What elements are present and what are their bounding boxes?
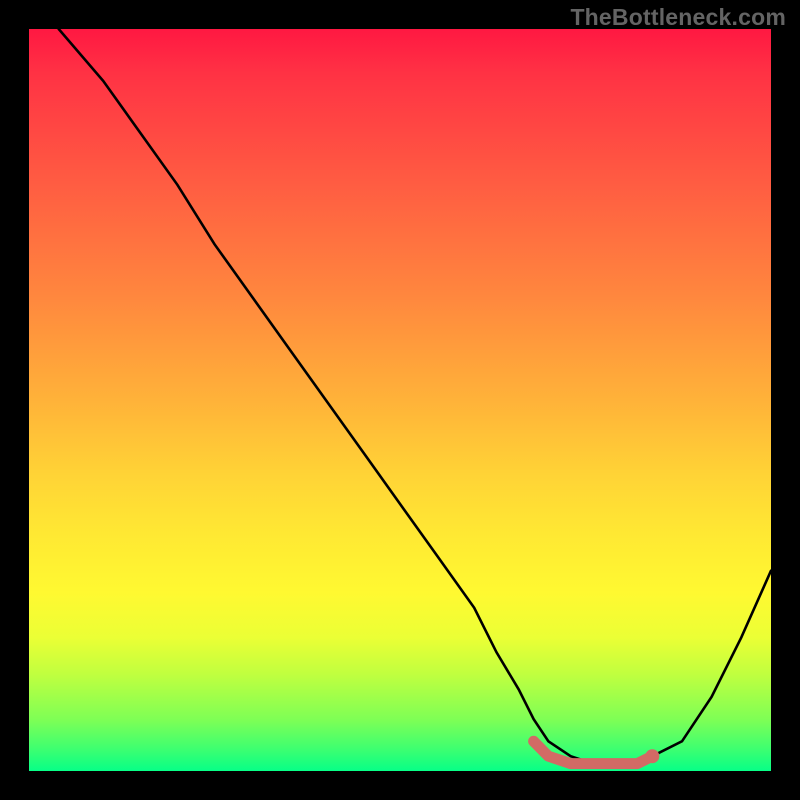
- plot-area: [29, 29, 771, 771]
- watermark-text: TheBottleneck.com: [570, 4, 786, 31]
- chart-svg: [29, 29, 771, 771]
- chart-container: TheBottleneck.com: [0, 0, 800, 800]
- bottleneck-curve-path: [59, 29, 771, 764]
- optimal-range-end-dot: [645, 749, 659, 763]
